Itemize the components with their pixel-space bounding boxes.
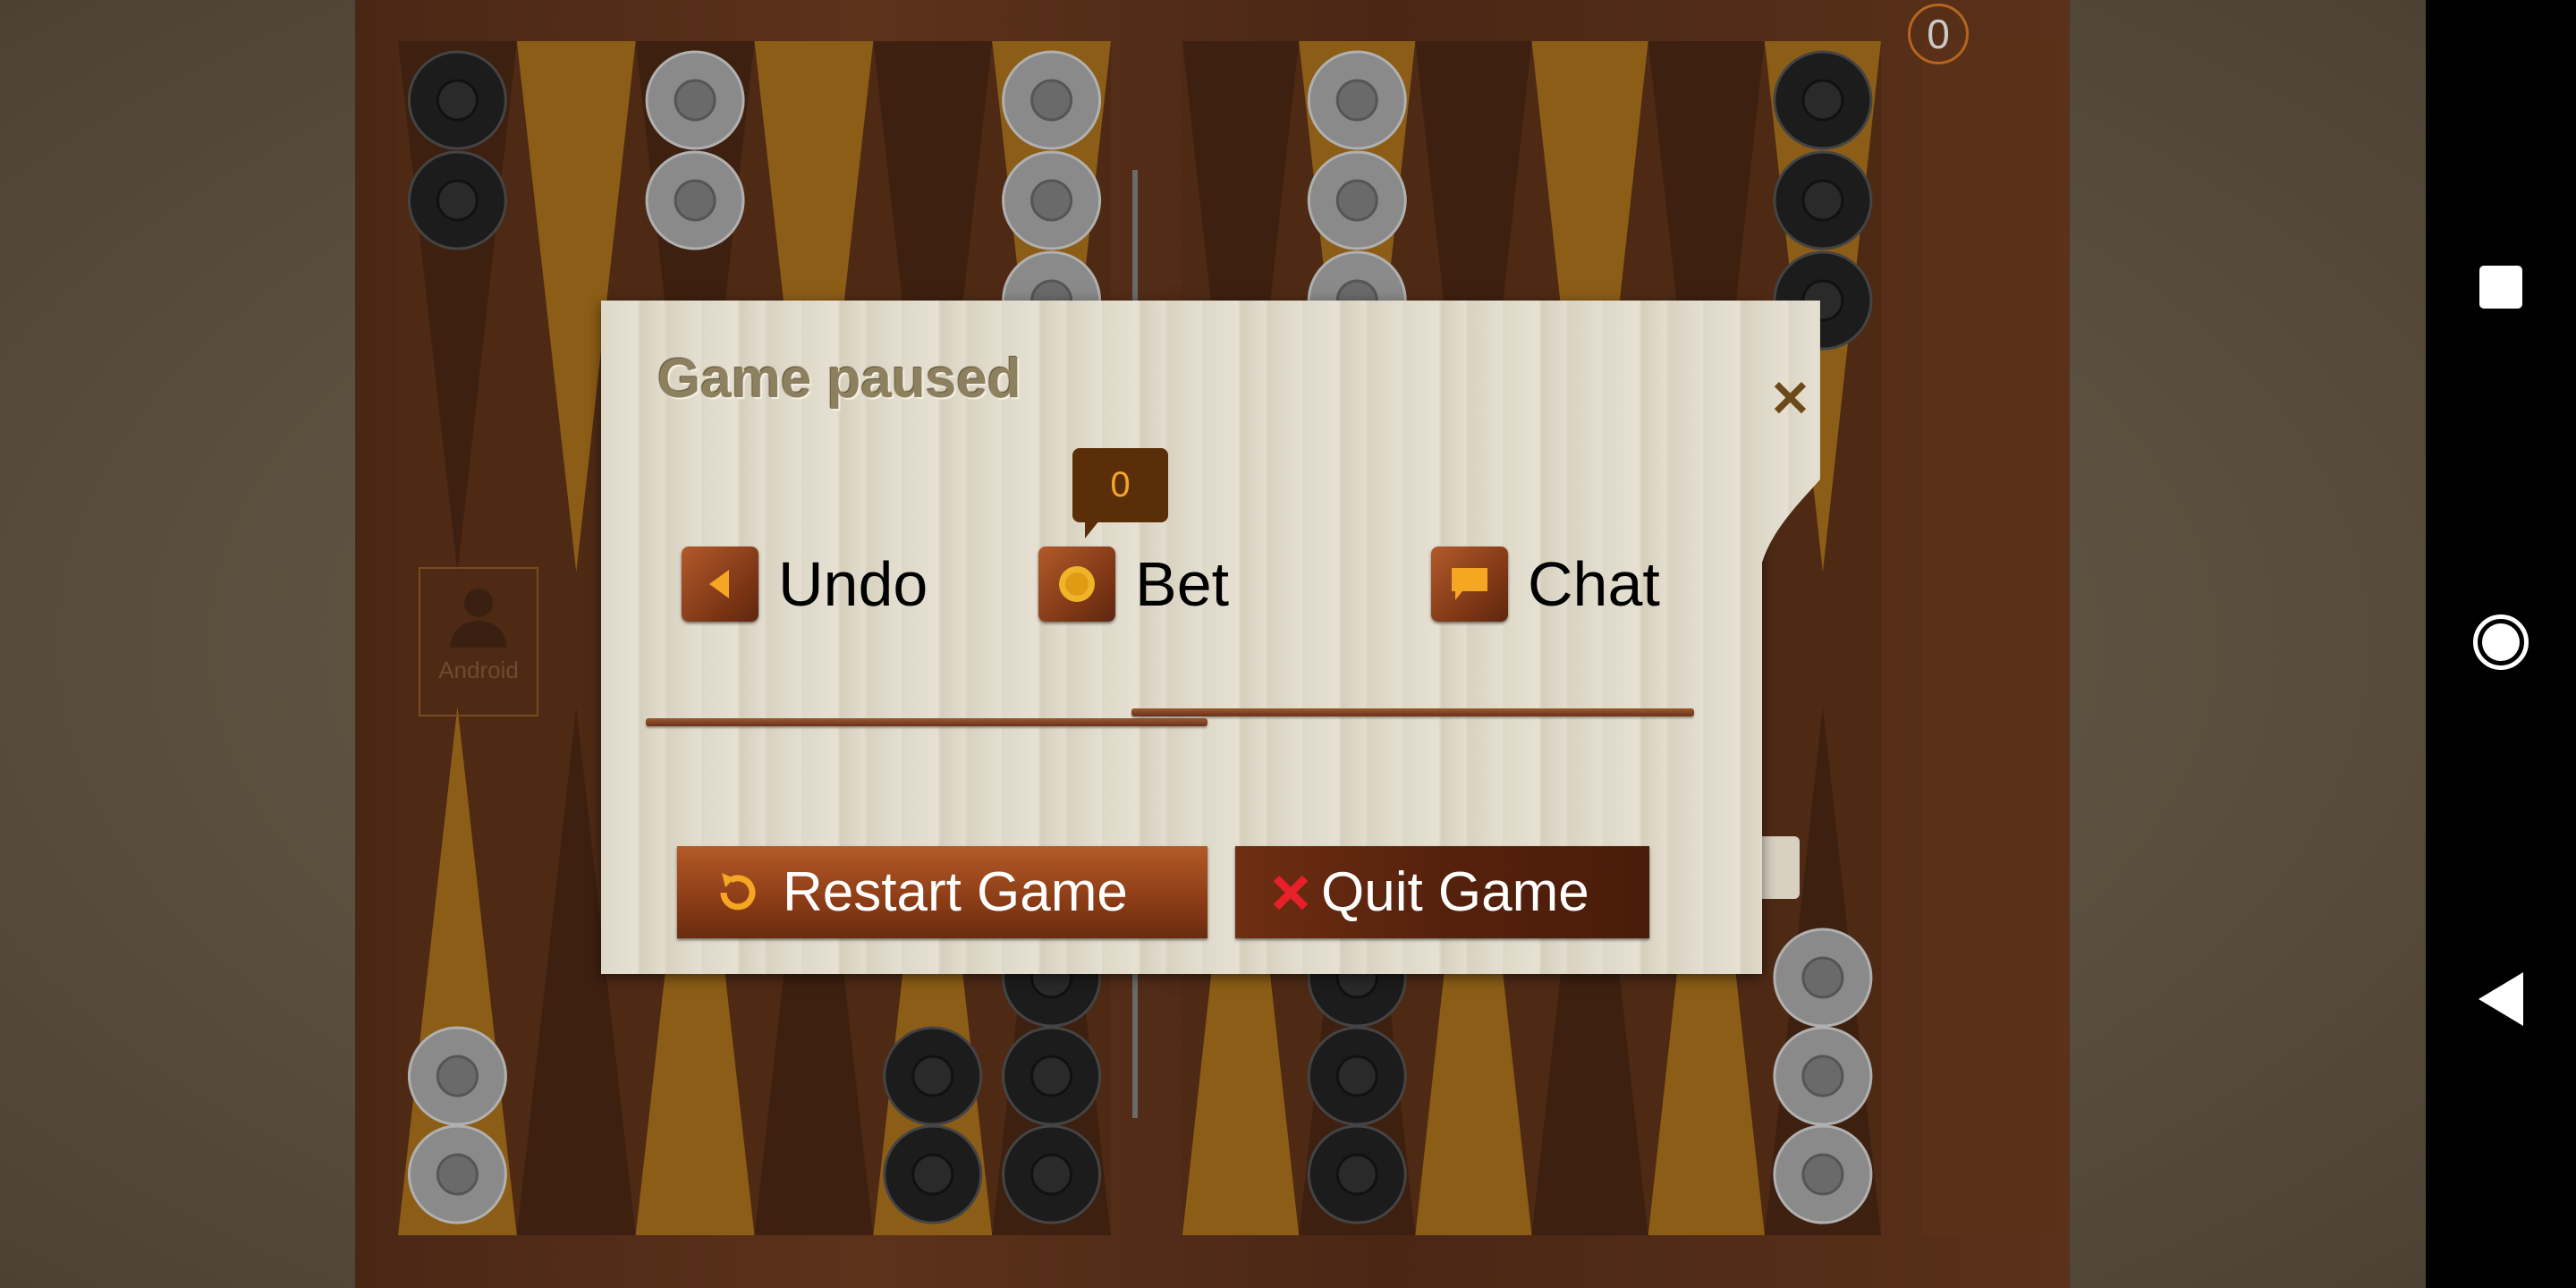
- divider-rod: [1131, 708, 1694, 716]
- restart-icon: [720, 872, 756, 910]
- opponent-card: Android: [419, 567, 538, 716]
- checker-tray: [1922, 41, 2062, 1235]
- x-icon: [1273, 875, 1309, 910]
- restart-game-button[interactable]: Restart Game: [677, 846, 1208, 938]
- checker-center: [436, 1055, 479, 1097]
- checker-center: [436, 79, 479, 122]
- score-counter: 0: [1908, 4, 1969, 64]
- checker-center: [674, 79, 716, 122]
- chat-bubble-icon: [1452, 568, 1487, 600]
- undo-arrow-icon: [709, 570, 729, 598]
- checker-center: [674, 179, 716, 222]
- opponent-name: Android: [438, 657, 519, 683]
- checker-center: [1335, 79, 1378, 122]
- undo-button[interactable]: Undo: [682, 546, 928, 623]
- quit-game-button[interactable]: Quit Game: [1235, 846, 1649, 938]
- bet-amount-tooltip: 0: [1072, 448, 1168, 538]
- android-nav-bar: [2426, 0, 2576, 1288]
- checker-center: [1335, 179, 1378, 222]
- checker-center: [436, 1153, 479, 1196]
- checker-center: [1801, 956, 1844, 999]
- restart-game-label: Restart Game: [783, 861, 1128, 923]
- chat-button[interactable]: Chat: [1431, 546, 1660, 623]
- checker-center: [1030, 1153, 1073, 1196]
- bet-label: Bet: [1135, 549, 1230, 619]
- checker-center: [1030, 179, 1073, 222]
- recents-icon[interactable]: [2479, 266, 2522, 309]
- checker-center: [911, 1153, 954, 1196]
- checker-center: [1801, 79, 1844, 122]
- home-icon[interactable]: [2473, 614, 2529, 670]
- checker-center: [1030, 1055, 1073, 1097]
- checker-center: [911, 1055, 954, 1097]
- checker-center: [1335, 1153, 1378, 1196]
- checker-center: [1801, 1055, 1844, 1097]
- undo-label: Undo: [778, 549, 928, 619]
- chat-label: Chat: [1528, 549, 1660, 619]
- divider-rod: [646, 718, 1208, 726]
- back-icon[interactable]: [2479, 972, 2523, 1026]
- checker-center: [1801, 179, 1844, 222]
- quit-game-label: Quit Game: [1321, 861, 1589, 923]
- bet-button[interactable]: Bet: [1038, 546, 1229, 623]
- user-silhouette-icon: [450, 589, 507, 648]
- checker-center: [1335, 1055, 1378, 1097]
- checker-center: [1030, 79, 1073, 122]
- checker-center: [436, 179, 479, 222]
- checker-center: [1801, 1153, 1844, 1196]
- dialog-title: Game paused: [657, 348, 1021, 410]
- close-button[interactable]: ✕: [1769, 374, 1811, 424]
- coin-icon: [1059, 566, 1095, 602]
